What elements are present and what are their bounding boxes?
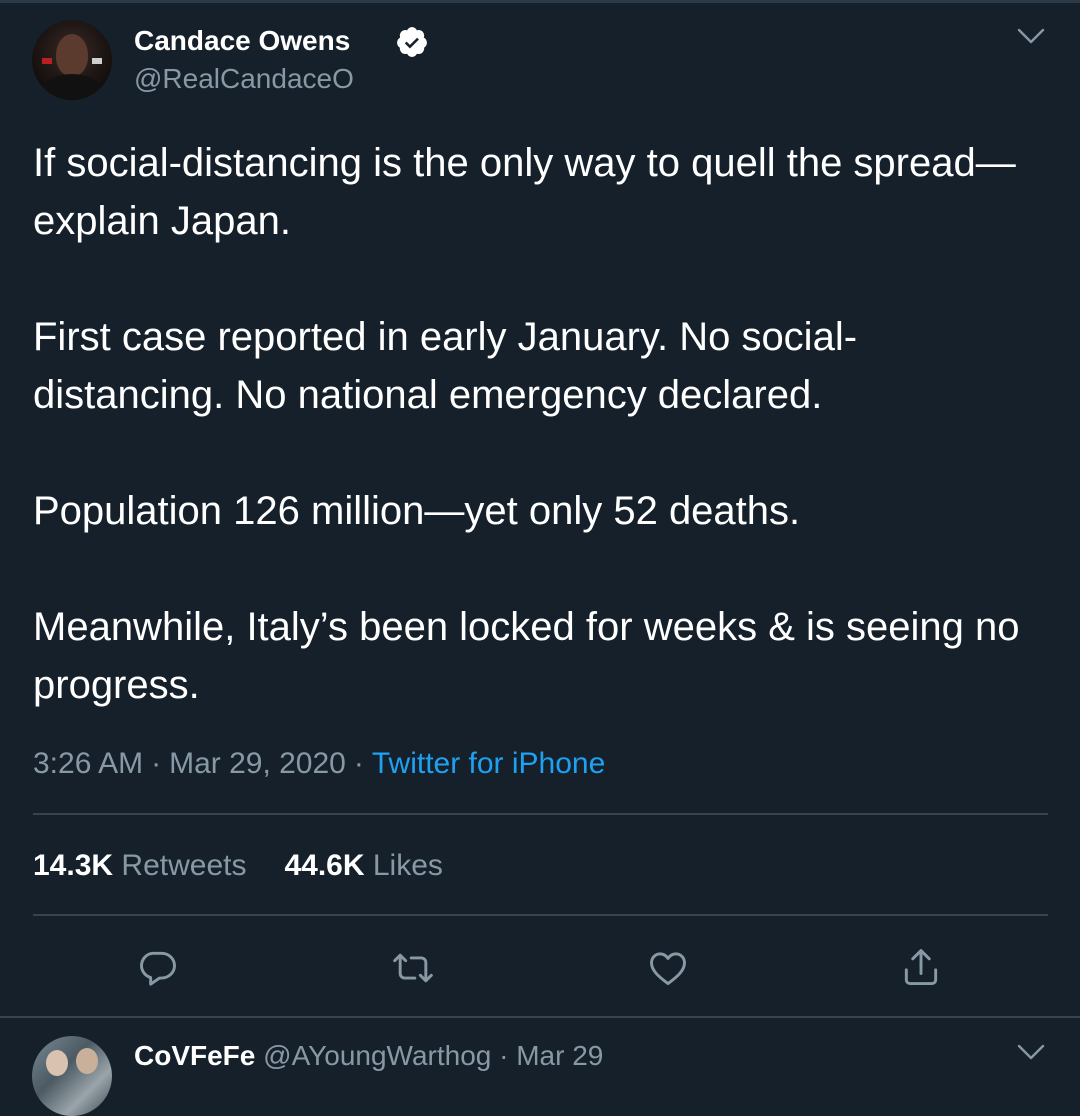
- tweet-paragraph: Population 126 million—yet only 52 death…: [33, 489, 801, 533]
- tweet-metadata: 3:26 AM · Mar 29, 2020 · Twitter for iPhone: [33, 744, 605, 784]
- retweets-label: Retweets: [121, 849, 247, 882]
- share-button[interactable]: [899, 946, 943, 990]
- tweet-date[interactable]: Mar 29, 2020: [169, 747, 346, 780]
- reply-icon: [140, 951, 176, 986]
- author-avatar[interactable]: [32, 20, 112, 100]
- chevron-down-icon[interactable]: [1016, 1040, 1046, 1064]
- retweet-icon: [393, 953, 433, 983]
- divider: [33, 914, 1048, 916]
- tweet-text: If social-distancing is the only way to …: [33, 134, 1043, 714]
- divider: [33, 813, 1048, 815]
- meta-separator: ·: [151, 747, 162, 780]
- tweet-time[interactable]: 3:26 AM: [33, 747, 143, 780]
- engagement-stats: 14.3K Retweets 44.6K Likes: [33, 846, 443, 886]
- like-button[interactable]: [646, 946, 690, 990]
- avatar-shoulders: [40, 74, 104, 100]
- top-divider: [0, 0, 1080, 3]
- reply-separator: ·: [499, 1040, 509, 1071]
- share-icon: [904, 949, 938, 986]
- reply-button[interactable]: [136, 946, 180, 990]
- retweets-count: 14.3K: [33, 849, 114, 882]
- avatar-figure: [76, 1048, 98, 1074]
- likes-label: Likes: [372, 849, 443, 882]
- section-divider: [0, 1016, 1080, 1018]
- retweet-button[interactable]: [391, 946, 435, 990]
- likes-count: 44.6K: [284, 849, 365, 882]
- tweet-paragraph: Meanwhile, Italy’s been locked for weeks…: [33, 605, 1020, 707]
- like-icon: [650, 952, 686, 986]
- chevron-down-icon[interactable]: [1016, 24, 1046, 48]
- author-handle[interactable]: @RealCandaceO: [134, 62, 354, 96]
- tweet-paragraph: If social-distancing is the only way to …: [33, 141, 1016, 243]
- tweet-source-link[interactable]: Twitter for iPhone: [372, 747, 605, 780]
- reply-date[interactable]: Mar 29: [516, 1040, 603, 1071]
- reply-header: CoVFeFe @AYoungWarthog · Mar 29: [134, 1036, 603, 1076]
- avatar-red-mark: [42, 58, 52, 64]
- reply-author-avatar[interactable]: [32, 1036, 112, 1116]
- avatar-figure: [46, 1050, 68, 1076]
- avatar-face: [56, 34, 88, 76]
- tweet-paragraph: First case reported in early January. No…: [33, 315, 858, 417]
- reply-author-name[interactable]: CoVFeFe: [134, 1040, 255, 1071]
- likes-stat[interactable]: 44.6K Likes: [284, 849, 442, 882]
- author-name[interactable]: Candace Owens: [134, 24, 350, 58]
- reply-author-handle[interactable]: @AYoungWarthog: [263, 1040, 491, 1071]
- meta-separator: ·: [353, 747, 364, 780]
- avatar-white-mark: [92, 58, 102, 64]
- retweets-stat[interactable]: 14.3K Retweets: [33, 849, 246, 882]
- verified-badge-icon: [397, 27, 427, 57]
